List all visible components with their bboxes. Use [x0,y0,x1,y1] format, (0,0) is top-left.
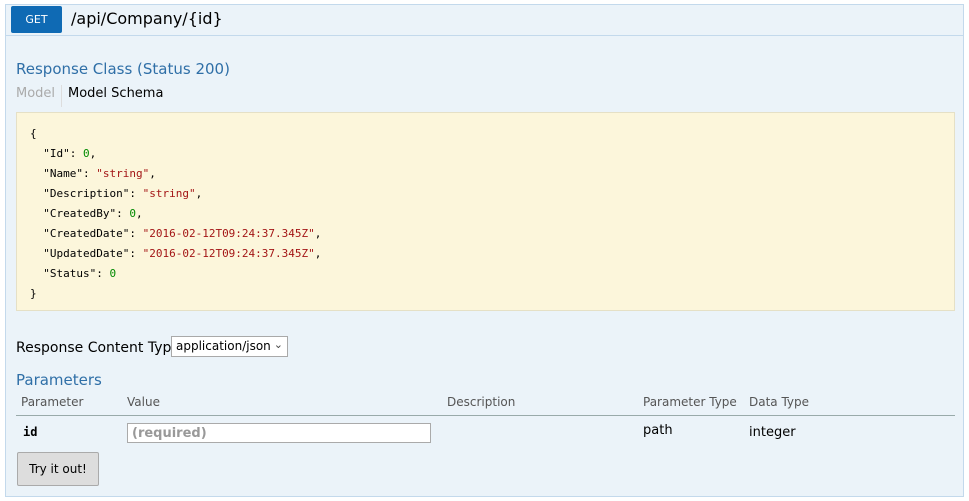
column-header-parameter-type: Parameter Type [643,395,737,409]
operation-header[interactable]: GET /api/Company/{id} [6,5,963,36]
tab-model[interactable]: Model [16,86,55,101]
response-content-type-label: Response Content Type [16,340,180,356]
schema-line: "CreatedDate": "2016-02-12T09:24:37.345Z… [43,227,322,240]
table-header-divider [16,415,955,416]
http-method-badge[interactable]: GET [11,6,62,33]
column-header-value: Value [127,395,160,409]
schema-line: "Id": 0, [43,147,97,160]
schema-line: "Status": 0 [43,267,117,280]
model-schema-block: { "Id": 0, "Name": "string", "Descriptio… [16,112,955,311]
schema-line: "Name": "string", [43,167,156,180]
parameter-type: path [643,423,673,438]
schema-line: "Description": "string", [43,187,203,200]
column-header-parameter: Parameter [21,395,84,409]
schema-line: "UpdatedDate": "2016-02-12T09:24:37.345Z… [43,247,322,260]
endpoint-path[interactable]: /api/Company/{id} [71,9,223,28]
parameter-name: id [23,425,38,439]
chevron-down-icon: ⌄ [273,338,283,351]
parameter-data-type: integer [749,425,796,440]
schema-line: } [30,287,37,300]
column-header-description: Description [447,395,516,409]
schema-line: { [30,127,37,140]
content-type-selected: application/json [176,339,271,353]
parameters-title: Parameters [16,371,102,389]
schema-line: "CreatedBy": 0, [43,207,143,220]
try-it-out-button[interactable]: Try it out! [17,452,99,486]
column-header-data-type: Data Type [749,395,810,409]
response-class-title: Response Class (Status 200) [16,60,230,78]
tab-model-schema[interactable]: Model Schema [68,86,163,101]
operation-panel: GET /api/Company/{id} Response Class (St… [5,4,964,497]
content-type-select[interactable]: application/json ⌄ [171,336,288,357]
tab-divider [61,85,62,107]
parameter-id-input[interactable] [127,423,431,443]
